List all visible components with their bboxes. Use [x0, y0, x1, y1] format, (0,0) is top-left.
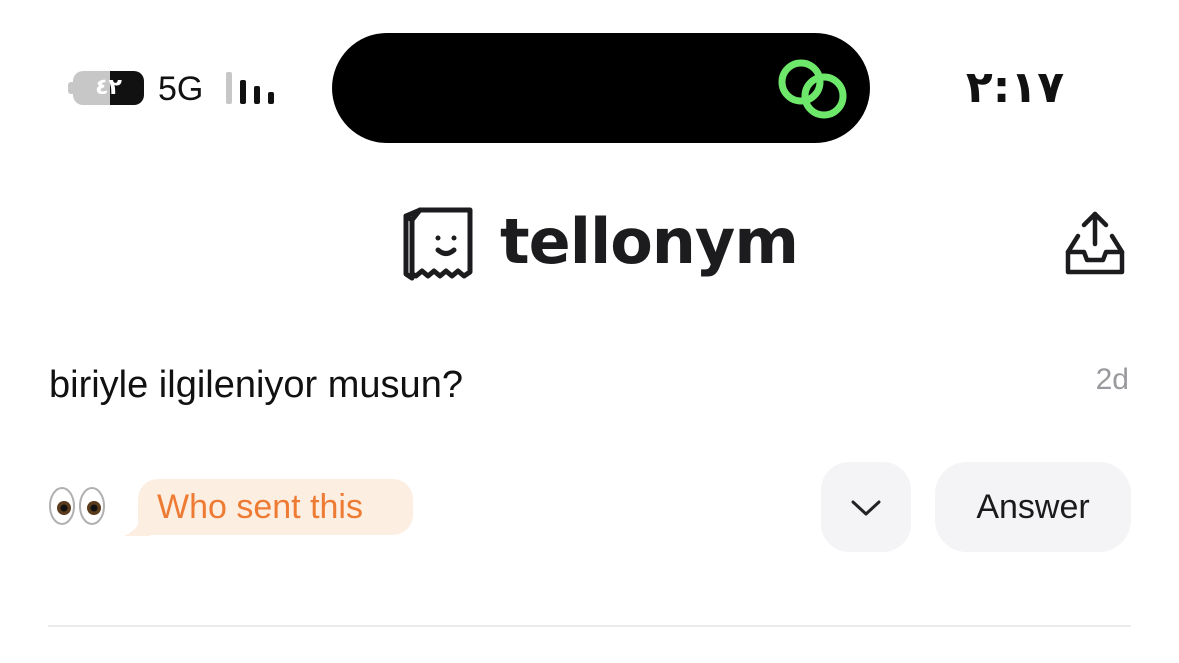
answer-label: Answer [976, 488, 1090, 526]
dynamic-island[interactable] [332, 33, 870, 143]
message-age: 2d [1095, 363, 1129, 396]
app-logo-text: tellonym [500, 205, 799, 278]
status-time: ٢:١٧ [965, 62, 1065, 113]
question-text: biriyle ilgileniyor musun? [49, 364, 463, 406]
battery-indicator: ٤٢ [68, 71, 144, 105]
inbox-share-icon[interactable] [1060, 208, 1130, 278]
answer-button[interactable]: Answer [935, 462, 1131, 552]
paper-bag-face-icon [403, 207, 473, 281]
who-sent-this-button[interactable]: Who sent this [138, 479, 413, 535]
battery-level: ٤٢ [95, 75, 122, 100]
divider [48, 625, 1131, 627]
who-sent-this-label: Who sent this [157, 488, 363, 526]
eyes-emoji-icon [49, 487, 105, 525]
expand-button[interactable] [821, 462, 911, 552]
signal-strength-icon [226, 72, 274, 104]
link-icon [778, 59, 847, 119]
network-type: 5G [158, 70, 204, 108]
chevron-down-icon [851, 500, 881, 516]
